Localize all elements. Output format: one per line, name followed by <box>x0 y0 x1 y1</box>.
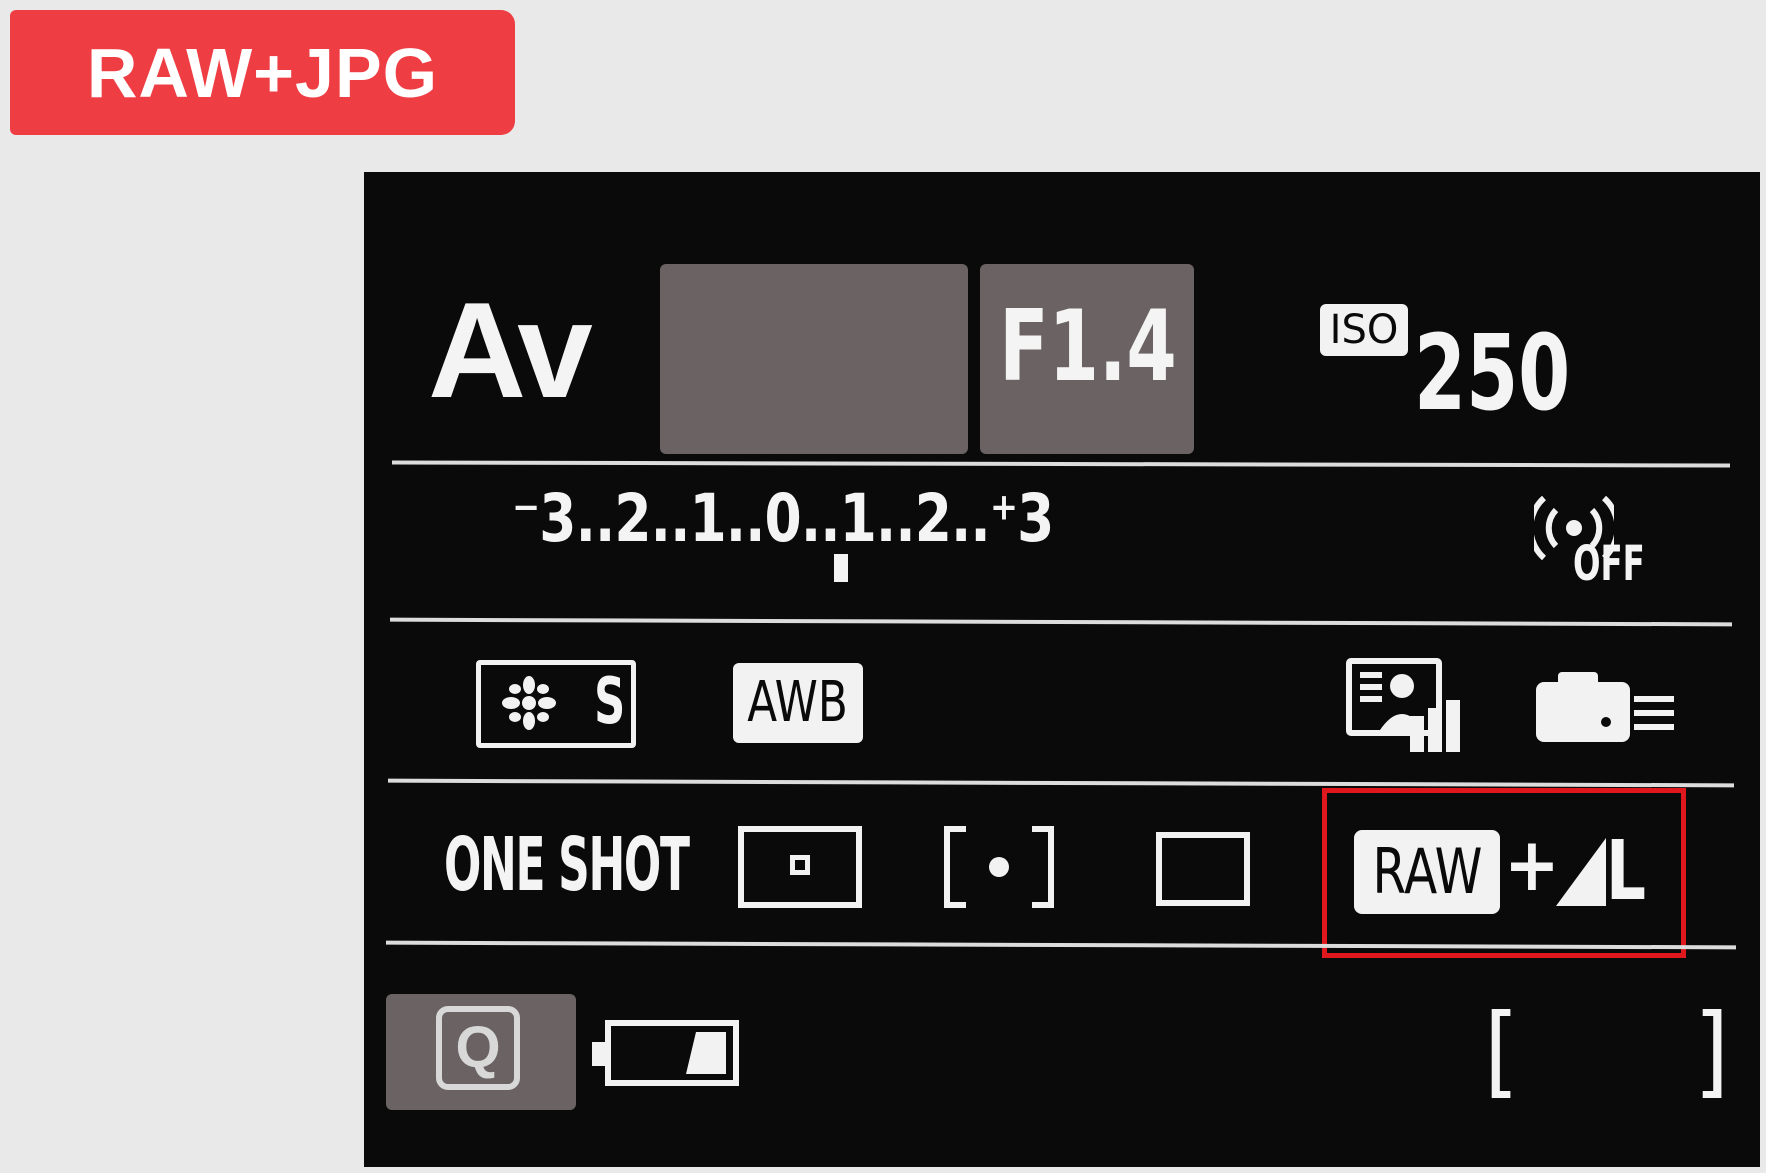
quick-control-label: Q <box>436 1006 520 1090</box>
iso-value[interactable]: 250 <box>1414 312 1570 434</box>
display-level-icon[interactable] <box>1346 658 1464 754</box>
exposure-level-indicator <box>834 554 848 582</box>
picture-style-icon <box>502 676 556 730</box>
shots-remaining-close-bracket: ] <box>1694 992 1730 1109</box>
shooting-mode[interactable]: Av <box>428 272 593 428</box>
divider <box>391 460 1731 468</box>
center-weighted-metering-icon[interactable] <box>1156 832 1250 906</box>
jpg-quality-fine-icon <box>1556 838 1606 906</box>
quality-plus-sign: + <box>1504 822 1560 908</box>
divider <box>387 778 1735 788</box>
camera-settings-icon[interactable] <box>1534 668 1678 744</box>
quick-control-button[interactable]: Q <box>386 994 576 1110</box>
wireless-status: OFF <box>1573 536 1645 592</box>
jpg-size-label: L <box>1606 824 1646 919</box>
picture-style-button[interactable]: S <box>476 660 636 748</box>
raw-label: RAW <box>1372 835 1482 908</box>
shutter-speed-field[interactable] <box>660 264 968 454</box>
picture-style-label: S <box>594 665 626 739</box>
af-operation[interactable]: ONE SHOT <box>444 822 690 908</box>
raw-badge[interactable]: RAW <box>1354 830 1500 914</box>
aperture-value: F1.4 <box>999 290 1177 404</box>
title-badge: RAW+JPG <box>10 10 515 135</box>
battery-icon <box>592 1020 739 1086</box>
partial-metering-icon[interactable] <box>944 826 1054 908</box>
spot-metering-icon[interactable] <box>738 826 862 908</box>
camera-lcd-screen: Av F1.4 ISO 250 ⁻3..2..1..0..1..2..⁺3 OF… <box>364 172 1760 1167</box>
white-balance-label: AWB <box>747 670 849 735</box>
exposure-compensation-scale[interactable]: ⁻3..2..1..0..1..2..⁺3 <box>512 480 1054 557</box>
shots-remaining-open-bracket: [ <box>1484 992 1520 1109</box>
iso-badge: ISO <box>1320 304 1408 356</box>
divider <box>389 617 1733 627</box>
white-balance-button[interactable]: AWB <box>733 663 863 743</box>
